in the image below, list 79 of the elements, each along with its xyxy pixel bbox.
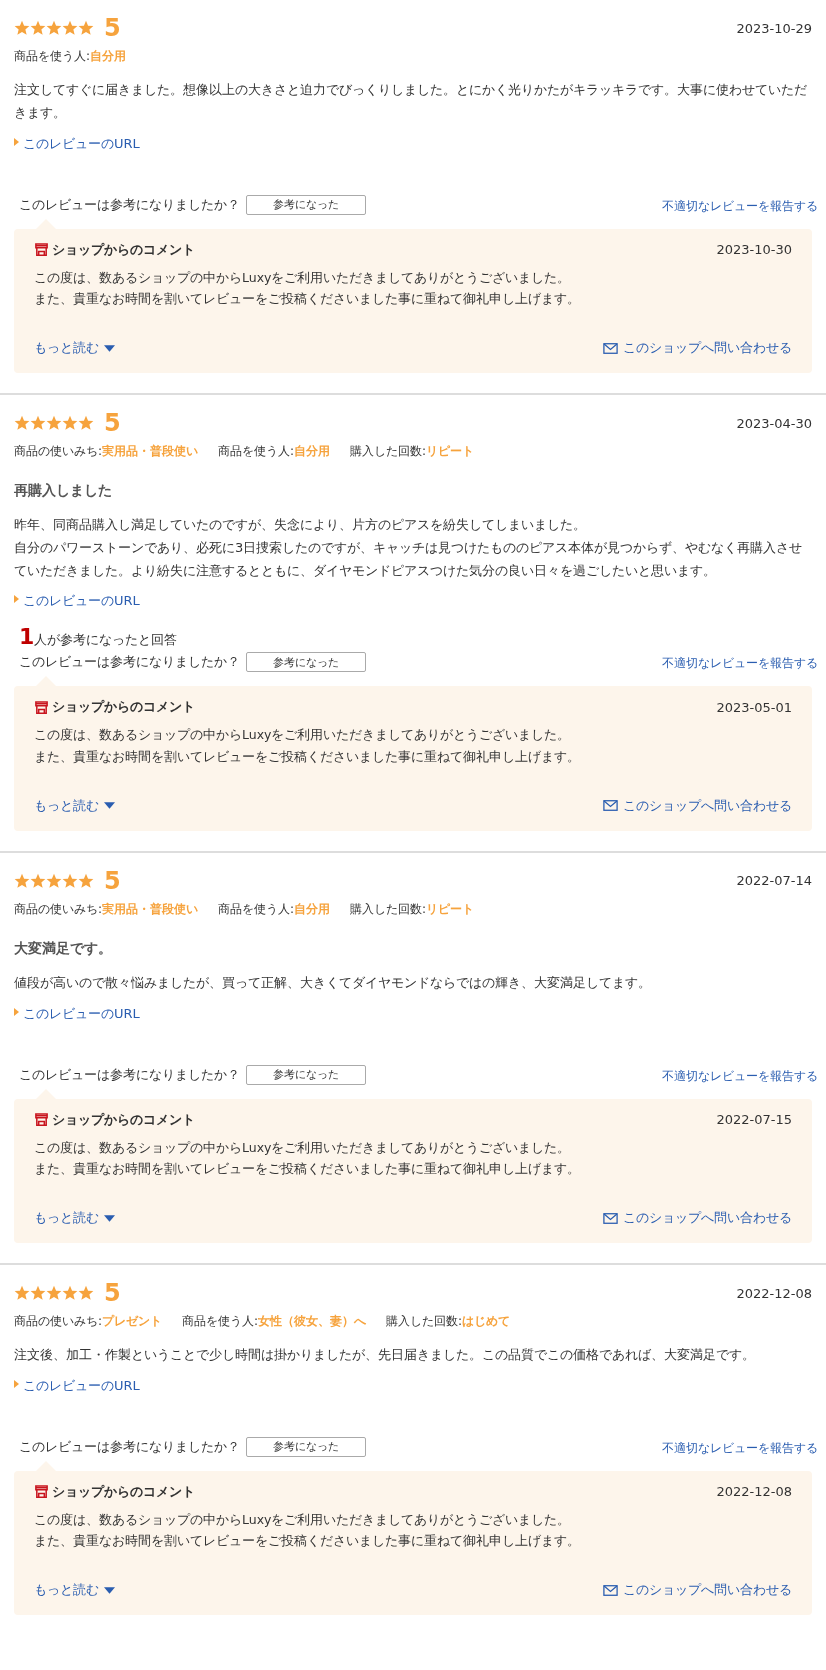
review-url-link[interactable]: このレビューのURL [23, 1004, 140, 1023]
shop-comment-title: ショップからのコメント [52, 240, 195, 259]
review-date: 2022-12-08 [736, 1285, 812, 1301]
report-link[interactable]: 不適切なレビューを報告する [662, 197, 818, 215]
helpful-question: このレビューは参考になりましたか？ [19, 195, 240, 214]
helpful-button[interactable]: 参考になった [246, 652, 366, 673]
shop-icon [34, 1112, 49, 1127]
triangle-icon [14, 1007, 19, 1016]
shop-comment-date: 2022-12-08 [716, 1484, 792, 1500]
shop-comment-text: この度は、数あるショップの中からLuxyをご利用いただきましてありがとうございました。 また、貴重なお時間を割いてレビューをご投稿くださいました事に重ねて御礼申し上げます。 [34, 1138, 581, 1178]
caret-icon [104, 802, 115, 810]
review-attribute: 商品の使いみち:実用品・普段使い [14, 900, 199, 918]
shop-comment-text: この度は、数あるショップの中からLuxyをご利用いただきましてありがとうございました。 また、貴重なお時間を割いてレビューをご投稿くださいました事に重ねて御礼申し上げます。 [34, 1510, 581, 1550]
read-more-link[interactable]: もっと読む [34, 339, 115, 357]
report-link[interactable]: 不適切なレビューを報告する [662, 655, 818, 673]
review-text: 昨年、同商品購入し満足していたのですが、失念により、片方のピアスを紛失してしまいました。 [14, 516, 587, 534]
helpful-button[interactable]: 参考になった [246, 194, 366, 215]
contact-shop-link[interactable]: このショップへ問い合わせる [603, 339, 792, 357]
review-date: 2023-04-30 [736, 415, 812, 431]
read-more-link[interactable]: もっと読む [34, 1209, 115, 1227]
rating-score: 5 [104, 411, 121, 435]
helpful-question: このレビューは参考になりましたか？ [19, 1065, 240, 1084]
caret-icon [104, 344, 115, 352]
shop-comment-date: 2022-07-15 [716, 1112, 792, 1127]
shop-comment-title: ショップからのコメント [52, 1110, 195, 1129]
rating-score: 5 [104, 16, 121, 40]
shop-icon [34, 1484, 49, 1500]
caret-icon [104, 1586, 115, 1594]
review-attribute: 商品を使う人:自分用 [218, 443, 331, 460]
review-title: 再購入しました [14, 482, 113, 500]
report-link[interactable]: 不適切なレビューを報告する [662, 1067, 818, 1085]
triangle-icon [14, 1379, 19, 1388]
contact-shop-link[interactable]: このショップへ問い合わせる [603, 1581, 792, 1600]
rating-score: 5 [104, 1281, 121, 1305]
mail-icon [603, 800, 618, 812]
review-attribute: 商品の使いみち:プレゼント [14, 1313, 163, 1330]
mail-icon [603, 1584, 618, 1596]
review-text: 注文後、加工・作製ということで少し時間は掛かりましたが、先日届きました。この品質でこの価格であれば、大変満足です。 [14, 1346, 756, 1364]
review-url-link[interactable]: このレビューのURL [23, 134, 140, 153]
triangle-icon [14, 137, 19, 146]
review-text: 自分のパワーストーンであり、必死に3日捜索したのですが、キャッチは見つけたもののピアス本体が見つからず、やむなく再購入させていただきました。より紛失に注意するとともに、ダイヤモンドピアスつけた気分の良い日々を過ごしたいと思います。 [14, 538, 804, 580]
review-attribute: 購入した回数:リピート [350, 900, 475, 918]
review-text: 値段が高いので散々悩みましたが、買って正解、大きくてダイヤモンドならではの輝き、大変満足してます。 [14, 973, 652, 992]
review-attribute: 商品を使う人:自分用 [14, 48, 127, 65]
read-more-link[interactable]: もっと読む [34, 1581, 115, 1600]
helpful-button[interactable]: 参考になった [246, 1064, 366, 1085]
caret-icon [104, 1214, 115, 1222]
review-url-link[interactable]: このレビューのURL [23, 592, 140, 611]
report-link[interactable]: 不適切なレビューを報告する [662, 1439, 818, 1457]
review-url-link[interactable]: このレビューのURL [23, 1376, 140, 1395]
read-more-link[interactable]: もっと読む [34, 796, 115, 815]
review-text: 注文してすぐに届きました。想像以上の大きさと迫力でびっくりしました。とにかく光りかたがキラッキラです。大事に使わせていただきます。 [14, 81, 808, 122]
review-attribute: 商品を使う人:女性（彼女、妻）へ [182, 1313, 367, 1330]
review-title: 大変満足です。 [14, 939, 113, 958]
review-attribute: 購入した回数:リピート [350, 443, 475, 460]
helpful-count-text: 人が参考になったと回答 [34, 632, 178, 650]
review-date: 2022-07-14 [736, 873, 812, 889]
mail-icon [603, 1212, 618, 1224]
helpful-button[interactable]: 参考になった [246, 1436, 366, 1457]
helpful-question: このレビューは参考になりましたか？ [19, 653, 240, 672]
shop-comment-text: この度は、数あるショップの中からLuxyをご利用いただきましてありがとうございました。 また、貴重なお時間を割いてレビューをご投稿くださいました事に重ねて御礼申し上げます。 [34, 726, 581, 766]
helpful-count: 1 [19, 624, 35, 650]
review-attribute: 商品を使う人:自分用 [218, 900, 331, 918]
shop-icon [34, 242, 49, 257]
shop-comment-date: 2023-10-30 [716, 242, 792, 257]
review-date: 2023-10-29 [736, 20, 812, 36]
shop-comment-text: この度は、数あるショップの中からLuxyをご利用いただきましてありがとうございました。 また、貴重なお時間を割いてレビューをご投稿くださいました事に重ねて御礼申し上げます。 [34, 268, 581, 308]
shop-icon [34, 699, 49, 715]
review-attribute: 商品の使いみち:実用品・普段使い [14, 443, 199, 460]
review-attribute: 購入した回数:はじめて [386, 1313, 511, 1330]
rating-score: 5 [104, 868, 121, 893]
shop-comment-title: ショップからのコメント [52, 1482, 195, 1501]
shop-comment-date: 2023-05-01 [716, 699, 792, 715]
triangle-icon [14, 595, 19, 604]
shop-comment-title: ショップからのコメント [52, 698, 195, 717]
mail-icon [603, 342, 618, 354]
contact-shop-link[interactable]: このショップへ問い合わせる [603, 796, 792, 815]
contact-shop-link[interactable]: このショップへ問い合わせる [603, 1209, 792, 1227]
helpful-question: このレビューは参考になりましたか？ [19, 1437, 240, 1456]
